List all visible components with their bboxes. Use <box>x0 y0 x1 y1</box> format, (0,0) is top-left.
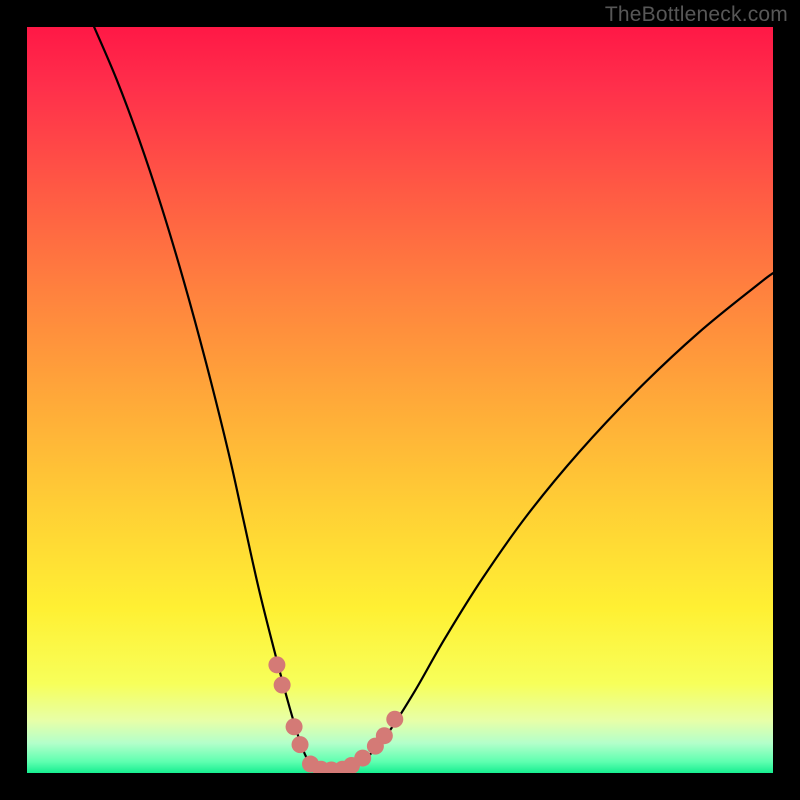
watermark-text: TheBottleneck.com <box>605 3 788 27</box>
chart-root: TheBottleneck.com <box>0 0 800 800</box>
data-marker <box>268 656 285 673</box>
plot-area <box>27 27 773 773</box>
data-marker <box>386 711 403 728</box>
data-marker <box>286 718 303 735</box>
bottleneck-curve <box>94 27 773 771</box>
data-marker <box>292 736 309 753</box>
data-marker <box>376 727 393 744</box>
data-marker <box>274 676 291 693</box>
data-marker <box>354 750 371 767</box>
chart-svg <box>27 27 773 773</box>
marker-group <box>268 656 403 773</box>
